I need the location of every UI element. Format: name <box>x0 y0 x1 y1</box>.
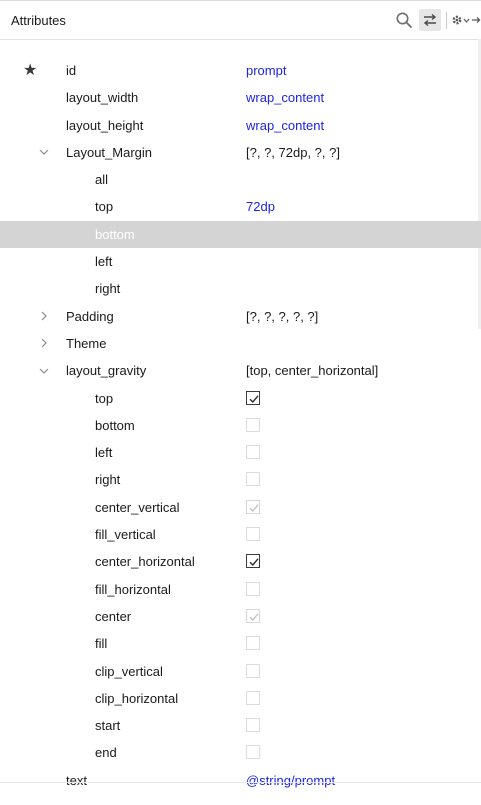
attr-name: top <box>95 199 114 215</box>
attr-name: right <box>95 281 121 297</box>
attr-value[interactable]: [?, ?, ?, ?, ?] <box>246 303 318 330</box>
attr-row-layout-margin[interactable]: Layout_Margin [?, ?, 72dp, ?, ?] <box>0 139 481 166</box>
attributes-panel: Attributes ★ id prompt layout_width wrap… <box>0 0 481 805</box>
attr-row-layout-width[interactable]: layout_width wrap_content <box>0 84 481 111</box>
gravity-checkbox[interactable] <box>246 417 260 432</box>
gravity-option-row[interactable]: bottom <box>0 412 481 439</box>
swap-icon[interactable] <box>419 9 441 31</box>
star-icon[interactable]: ★ <box>23 57 37 84</box>
attr-value[interactable]: wrap_content <box>246 84 324 111</box>
divider <box>0 782 481 783</box>
attr-name: center <box>95 608 132 624</box>
attr-name: end <box>95 745 117 761</box>
attr-row-padding[interactable]: Padding [?, ?, ?, ?, ?] <box>0 303 481 330</box>
chevron-down-icon[interactable] <box>38 357 50 384</box>
gravity-option-row[interactable]: left <box>0 439 481 466</box>
gravity-options-list: top bottom left right center_vertical fill_ve… <box>0 385 481 767</box>
check-icon[interactable] <box>246 390 260 405</box>
chevron-right-icon[interactable] <box>38 303 50 330</box>
attr-name: bottom <box>95 417 135 433</box>
chevron-down-icon[interactable] <box>38 139 50 166</box>
attr-name: center_horizontal <box>95 554 195 570</box>
gravity-option-row[interactable]: right <box>0 466 481 493</box>
chevron-right-icon[interactable] <box>38 330 50 357</box>
toolbar-separator <box>446 12 447 29</box>
gear-icon[interactable] <box>450 9 472 31</box>
gravity-option-row[interactable]: top <box>0 385 481 412</box>
attr-name: text <box>66 772 87 788</box>
gravity-checkbox[interactable] <box>246 445 260 460</box>
attr-name: clip_horizontal <box>95 690 179 706</box>
attr-value[interactable]: [?, ?, 72dp, ?, ?] <box>246 139 340 166</box>
attr-name: center_vertical <box>95 499 180 515</box>
gravity-option-row[interactable]: center_vertical <box>0 494 481 521</box>
attr-row-margin-top[interactable]: top 72dp <box>0 193 481 220</box>
gravity-checkbox[interactable] <box>246 636 260 651</box>
gravity-checkbox[interactable] <box>246 718 260 733</box>
search-icon[interactable] <box>393 9 415 31</box>
attr-row-margin-bottom[interactable]: bottom <box>0 220 481 249</box>
gravity-option-row[interactable]: clip_horizontal <box>0 685 481 712</box>
attr-value[interactable]: @string/prompt <box>246 767 335 794</box>
gravity-option-row[interactable]: center_horizontal <box>0 548 481 575</box>
attr-name: start <box>95 718 121 734</box>
attr-row-layout-height[interactable]: layout_height wrap_content <box>0 112 481 139</box>
gravity-option-row[interactable]: clip_vertical <box>0 658 481 685</box>
gravity-option-row[interactable]: fill_vertical <box>0 521 481 548</box>
attr-row-id[interactable]: ★ id prompt <box>0 57 481 84</box>
attr-name: left <box>95 445 113 461</box>
gravity-checkbox[interactable] <box>246 581 260 596</box>
attr-name: layout_width <box>66 90 139 106</box>
attr-value[interactable]: wrap_content <box>246 112 324 139</box>
attr-row-theme[interactable]: Theme <box>0 330 481 357</box>
pin-icon[interactable] <box>472 9 481 31</box>
attr-row-layout-gravity[interactable]: layout_gravity [top, center_horizontal] <box>0 357 481 384</box>
attributes-list: ★ id prompt layout_width wrap_content la… <box>0 57 481 794</box>
attr-name: fill_horizontal <box>95 581 171 597</box>
gravity-option-row[interactable]: fill <box>0 630 481 657</box>
panel-title: Attributes <box>11 13 66 28</box>
attr-row-margin-right[interactable]: right <box>0 275 481 302</box>
attr-value[interactable]: prompt <box>246 57 286 84</box>
attr-name: layout_height <box>66 117 144 133</box>
attr-name: layout_gravity <box>66 363 147 379</box>
gravity-option-row[interactable]: fill_horizontal <box>0 576 481 603</box>
gravity-checkbox[interactable] <box>246 472 260 487</box>
attr-row-text[interactable]: text @string/prompt <box>0 767 481 794</box>
attr-name: all <box>95 172 109 188</box>
attr-value[interactable]: [top, center_horizontal] <box>246 357 378 384</box>
attr-name: bottom <box>95 226 135 242</box>
attr-name: id <box>66 63 77 78</box>
attr-name: right <box>95 472 121 488</box>
attr-name: Padding <box>66 308 114 324</box>
check-icon[interactable] <box>246 554 260 569</box>
attr-name: left <box>95 254 113 270</box>
attr-value[interactable]: 72dp <box>246 193 275 220</box>
gravity-checkbox[interactable] <box>246 527 260 542</box>
gravity-checkbox[interactable] <box>246 745 260 760</box>
gravity-option-row[interactable]: center <box>0 603 481 630</box>
attr-row-margin-left[interactable]: left <box>0 248 481 275</box>
check-icon[interactable] <box>246 608 260 623</box>
check-icon[interactable] <box>246 499 260 514</box>
attr-row-margin-all[interactable]: all <box>0 166 481 193</box>
gravity-option-row[interactable]: start <box>0 712 481 739</box>
gravity-option-row[interactable]: end <box>0 739 481 766</box>
attr-name: top <box>95 390 114 406</box>
attr-name: fill <box>95 636 108 652</box>
gravity-checkbox[interactable] <box>246 663 260 678</box>
attr-name: fill_vertical <box>95 527 156 543</box>
attr-name: Layout_Margin <box>66 144 152 160</box>
attributes-header: Attributes <box>0 1 481 40</box>
gravity-checkbox[interactable] <box>246 690 260 705</box>
attr-name: Theme <box>66 335 107 351</box>
attr-name: clip_vertical <box>95 663 163 679</box>
